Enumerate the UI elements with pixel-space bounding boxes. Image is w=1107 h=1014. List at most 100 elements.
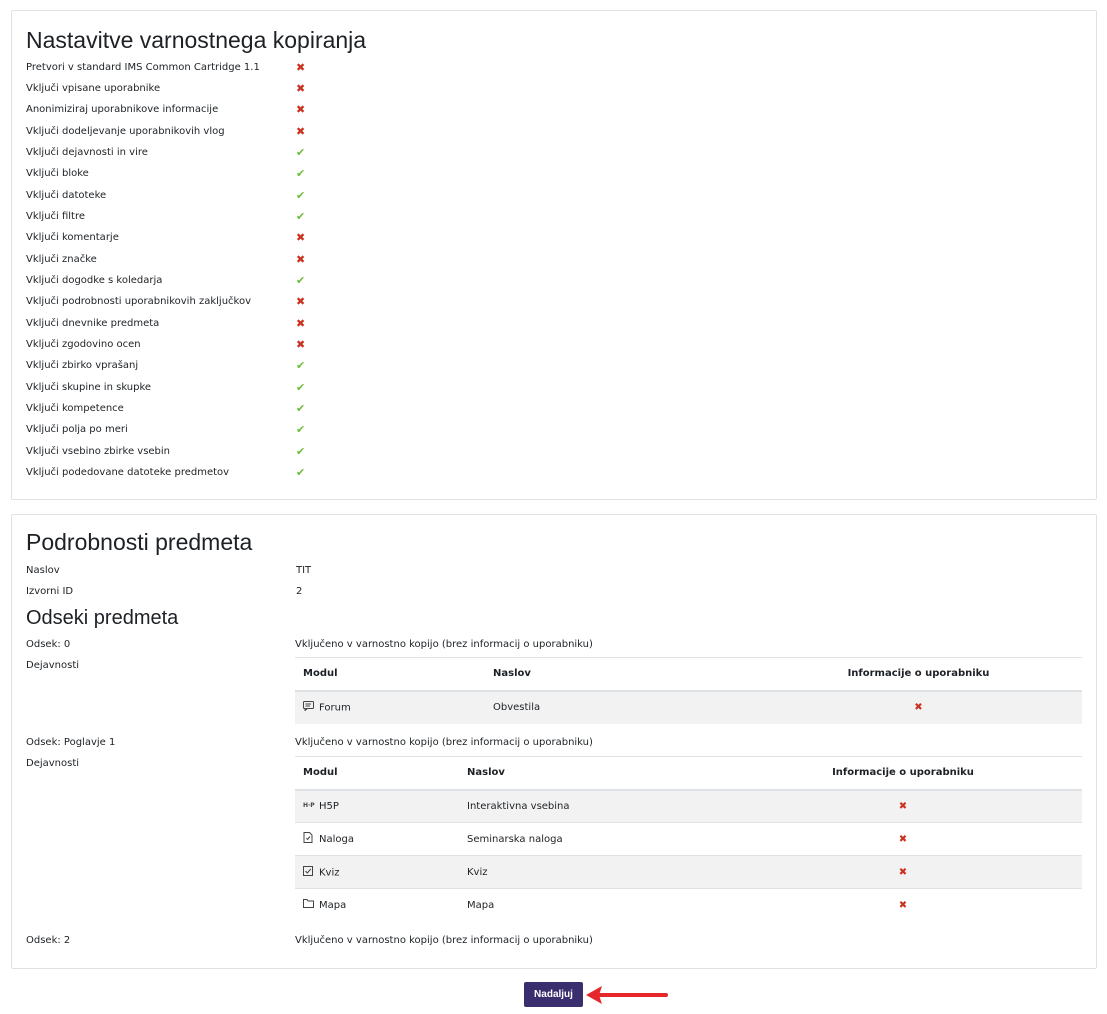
continue-button[interactable]: Nadaljuj [524,982,583,1007]
x-icon: ✖ [296,338,306,351]
module-cell: H·P H5P [295,789,459,823]
section-label: Odsek: 2 [26,935,71,946]
activity-title: Mapa [459,888,724,922]
activity-title: Obvestila [485,690,755,724]
module-name: Forum [319,702,351,714]
activity-title: Seminarska naloga [459,822,724,856]
module-cell: Forum [295,690,485,724]
setting-label: Vključi dodeljevanje uporabnikovih vlog [26,126,225,137]
h5p-icon: H·P [303,802,315,810]
activities-table: Modul Naslov Informacije o uporabniku Fo… [295,657,1082,724]
course-details-card: Podrobnosti predmeta Naslov TIT Izvorni … [11,514,1097,969]
setting-row: Vključi kompetence ✔ [26,403,926,423]
module-name: H5P [319,800,339,812]
check-icon: ✔ [296,274,306,287]
check-icon: ✔ [296,445,306,458]
module-name: Naloga [319,834,354,845]
x-icon: ✖ [296,231,306,244]
setting-label: Vključi kompetence [26,403,124,414]
setting-label: Vključi skupine in skupke [26,382,152,393]
section-label: Odsek: Poglavje 1 [26,737,116,748]
section-included-text: Vključeno v varnostno kopijo (brez infor… [295,935,593,946]
module-name: Mapa [319,900,347,912]
section-included-text: Vključeno v varnostno kopijo (brez infor… [295,737,593,748]
setting-label: Vključi filtre [26,211,86,222]
setting-row: Vključi skupine in skupke ✔ [26,382,926,402]
setting-row: Vključi podedovane datoteke predmetov ✔ [26,467,926,487]
setting-label: Vključi zgodovino ocen [26,339,141,350]
section-included-text: Vključeno v varnostno kopijo (brez infor… [295,639,593,650]
course-details-title: Podrobnosti predmeta [26,529,253,555]
check-icon: ✔ [296,210,306,223]
userinfo-cell: ✖ [724,822,1082,856]
setting-label: Vključi značke [26,254,97,265]
setting-label: Vključi dejavnosti in vire [26,147,148,158]
setting-row: Vključi komentarje ✖ [26,232,926,252]
check-icon: ✔ [296,359,306,372]
x-icon: ✖ [296,125,306,138]
check-icon: ✔ [296,167,306,180]
module-cell: Mapa [295,888,459,922]
userinfo-cell: ✖ [724,789,1082,823]
x-icon: ✖ [898,866,908,878]
table-row: H·P H5P Interaktivna vsebina ✖ [295,789,1082,823]
course-title-label: Naslov [26,565,60,576]
setting-label: Vključi vpisane uporabnike [26,83,161,94]
quiz-icon [303,865,315,879]
check-icon: ✔ [296,189,306,202]
x-icon: ✖ [296,61,306,74]
column-header-userinfo: Informacije o uporabniku [755,657,1082,692]
setting-label: Vključi podedovane datoteke predmetov [26,467,230,478]
setting-row: Vključi dnevnike predmeta ✖ [26,318,926,338]
setting-row: Vključi dejavnosti in vire ✔ [26,147,926,167]
setting-label: Vključi podrobnosti uporabnikovih zaklju… [26,296,251,307]
setting-row: Vključi vsebino zbirke vsebin ✔ [26,446,926,466]
forum-icon [303,701,315,714]
x-icon: ✖ [296,295,306,308]
setting-row: Vključi filtre ✔ [26,211,926,231]
setting-row: Vključi značke ✖ [26,254,926,274]
setting-label: Vključi zbirko vprašanj [26,360,139,371]
column-header-module: Modul [295,756,459,791]
table-row: Mapa Mapa ✖ [295,888,1082,922]
setting-label: Vključi komentarje [26,232,119,243]
setting-row: Vključi dodeljevanje uporabnikovih vlog ✖ [26,126,926,146]
source-id-value: 2 [296,586,303,597]
activity-title: Interaktivna vsebina [459,789,724,823]
module-cell: Naloga [295,822,459,856]
x-icon: ✖ [898,899,908,911]
activities-label: Dejavnosti [26,660,80,671]
setting-label: Vključi datoteke [26,190,107,201]
setting-row: Vključi dogodke s koledarja ✔ [26,275,926,295]
x-icon: ✖ [296,82,306,95]
table-header-row: Modul Naslov Informacije o uporabniku [295,756,1082,791]
section-label: Odsek: 0 [26,639,71,650]
table-row: Kviz Kviz ✖ [295,855,1082,889]
table-header-row: Modul Naslov Informacije o uporabniku [295,657,1082,692]
source-id-label: Izvorni ID [26,586,74,597]
arrow-annotation [586,986,668,1004]
column-header-userinfo: Informacije o uporabniku [724,756,1082,791]
table-row: Forum Obvestila ✖ [295,690,1082,724]
userinfo-cell: ✖ [724,855,1082,889]
source-id-row: Izvorni ID 2 [26,586,926,606]
activities-label: Dejavnosti [26,758,80,769]
check-icon: ✔ [296,423,306,436]
x-icon: ✖ [914,702,923,713]
course-title-value: TIT [296,565,312,576]
setting-row: Vključi datoteke ✔ [26,190,926,210]
setting-label: Anonimiziraj uporabnikove informacije [26,104,219,115]
activity-title: Kviz [459,855,724,889]
setting-row: Vključi zgodovino ocen ✖ [26,339,926,359]
setting-row: Vključi bloke ✔ [26,168,926,188]
module-cell: Kviz [295,855,459,889]
setting-label: Pretvori v standard IMS Common Cartridge… [26,62,260,73]
column-header-module: Modul [295,657,485,692]
folder-icon [303,899,315,911]
course-sections-title: Odseki predmeta [26,607,179,629]
module-name: Kviz [319,867,340,878]
setting-label: Vključi bloke [26,168,89,179]
setting-row: Vključi podrobnosti uporabnikovih zaklju… [26,296,926,316]
course-title-row: Naslov TIT [26,565,926,585]
userinfo-cell: ✖ [724,888,1082,922]
